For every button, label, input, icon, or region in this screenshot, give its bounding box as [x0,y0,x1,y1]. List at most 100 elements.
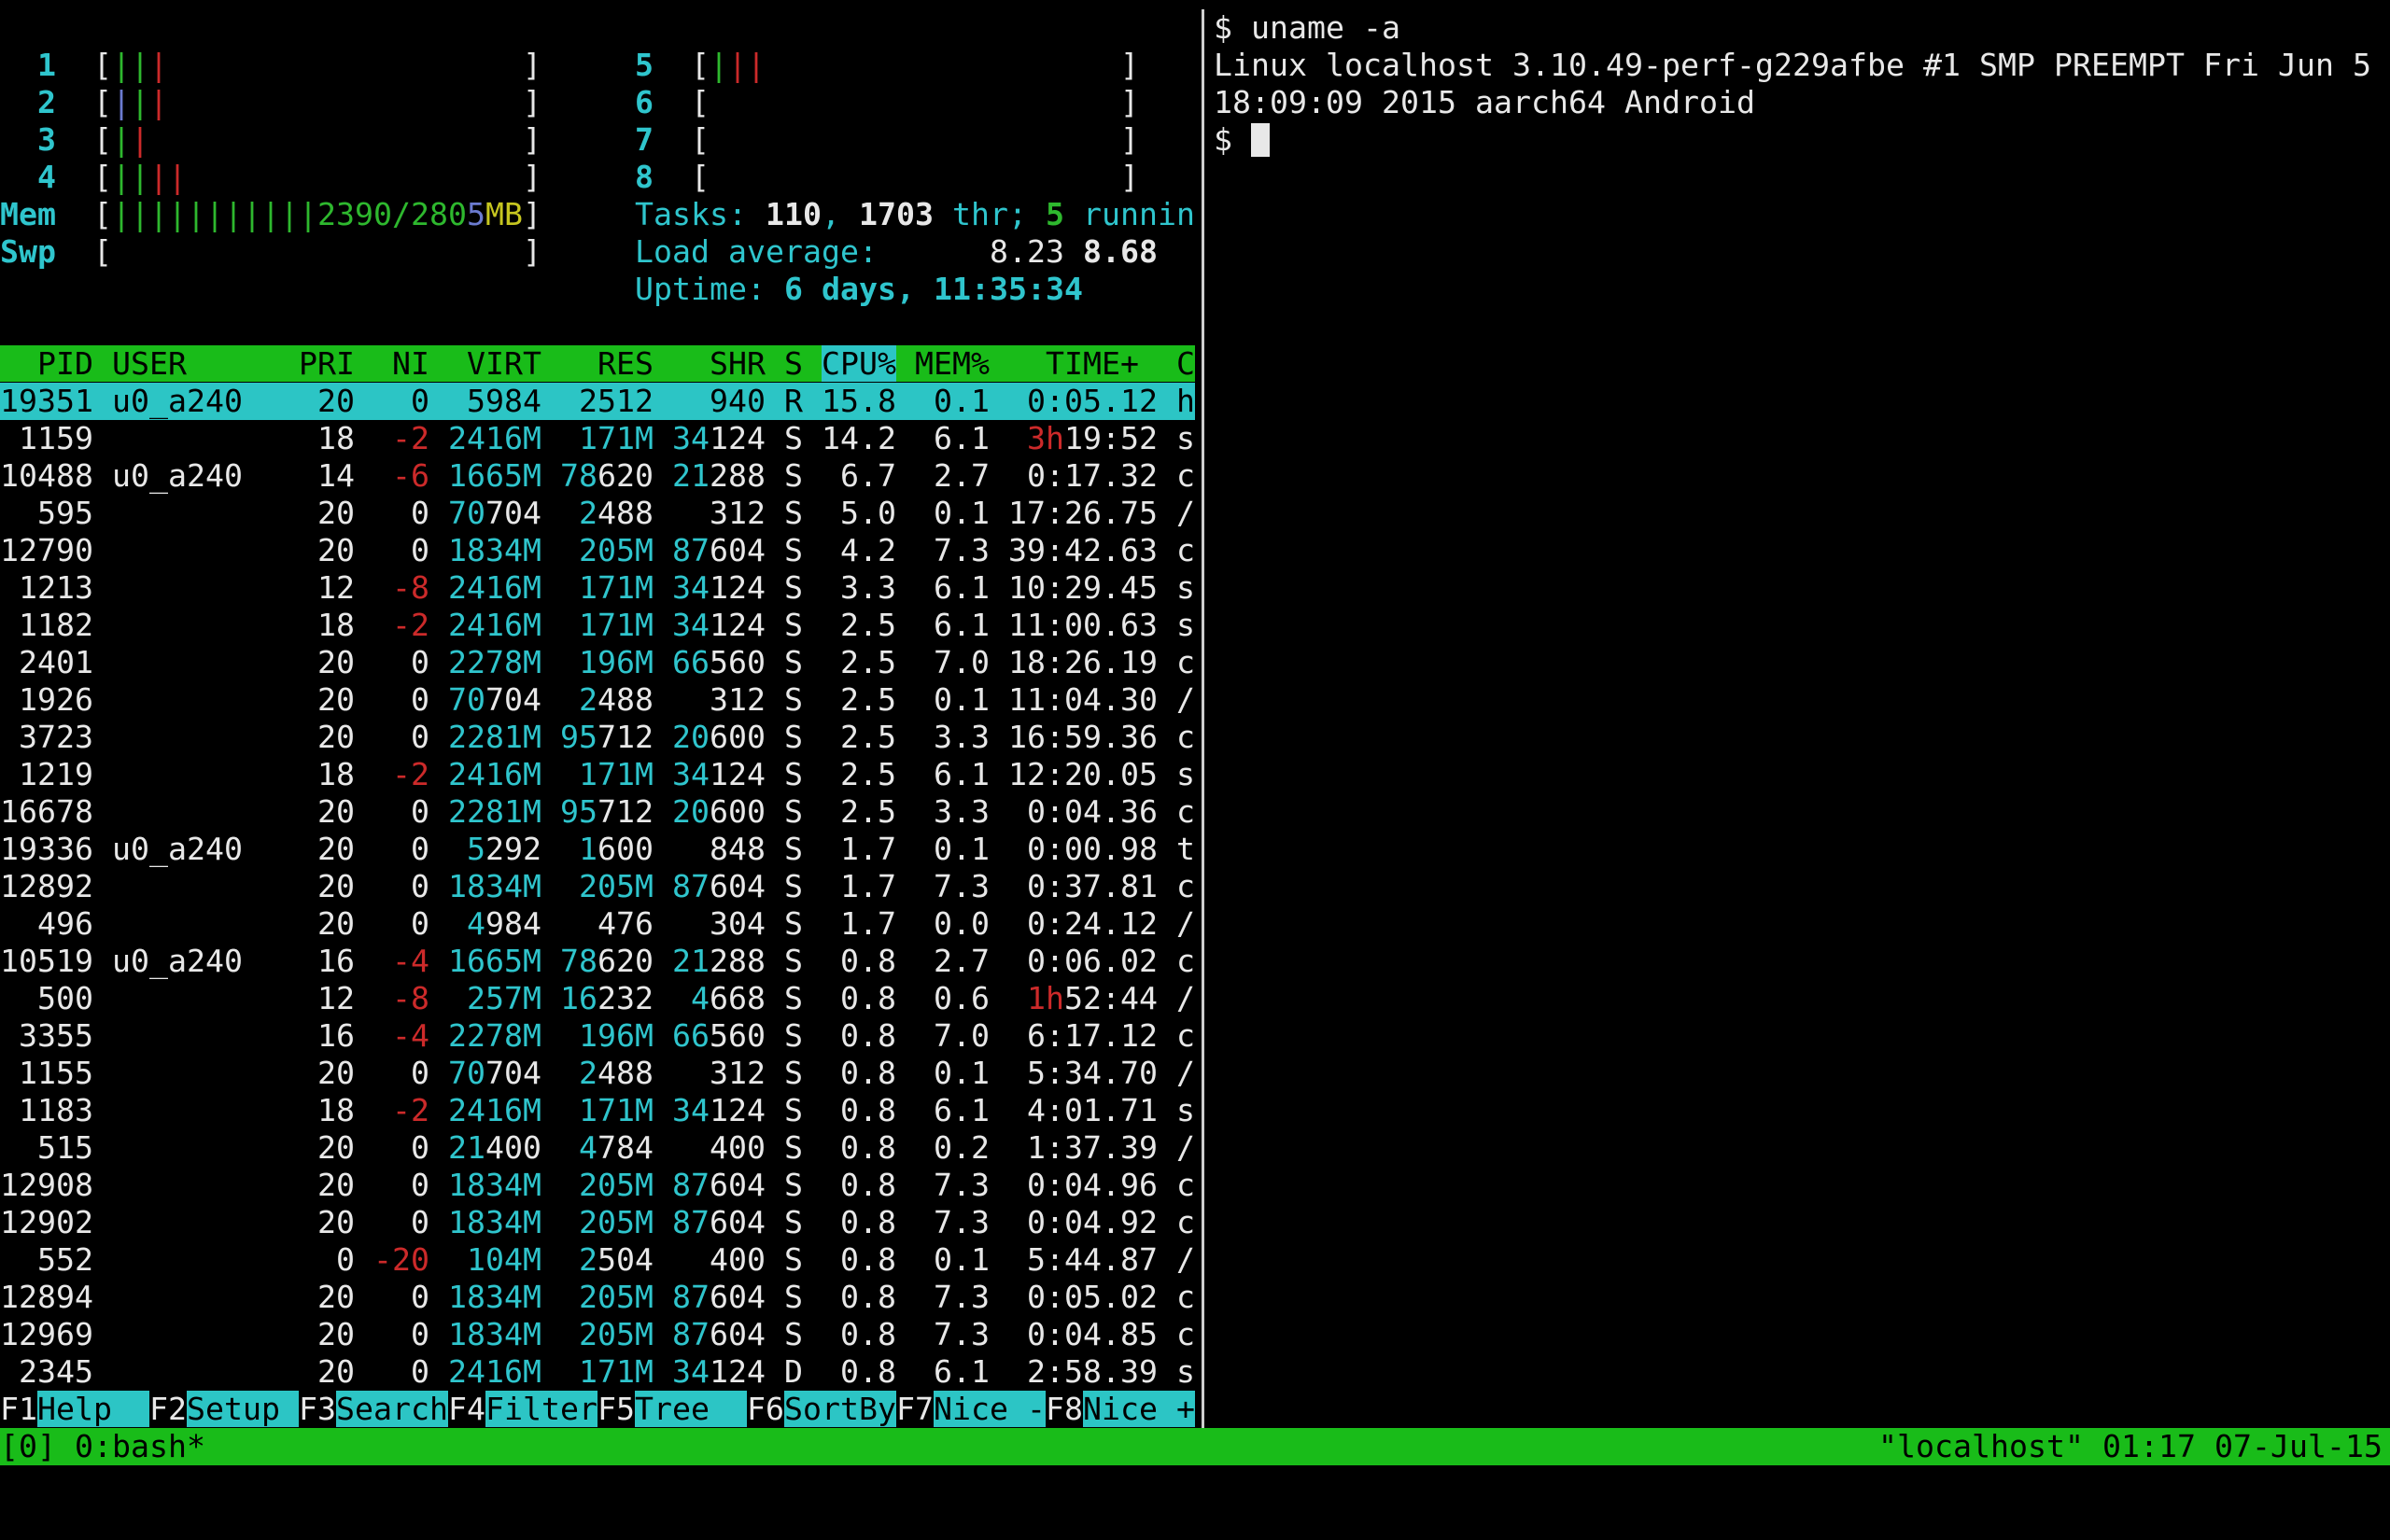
text-run [766,756,784,792]
process-row[interactable]: 3723 20 0 2281M 95712 20600 S 2.5 3.3 16… [0,719,1195,756]
text-run: 2416M [448,1353,541,1390]
process-row[interactable]: 12894 20 0 1834M 205M 87604 S 0.8 7.3 0:… [0,1279,1195,1316]
process-row[interactable]: 1182 18 -2 2416M 171M 34124 S 2.5 6.1 11… [0,607,1195,644]
pid-cell: 1159 [0,420,93,456]
command-cell: c [1176,1017,1195,1054]
text-run [429,457,448,494]
user-cell [112,644,280,680]
text-run: Uptime: [634,271,784,307]
fn-key-f6[interactable]: F6SortBy [747,1391,896,1427]
process-row[interactable]: 1183 18 -2 2416M 171M 34124 S 0.8 6.1 4:… [0,1092,1195,1129]
text-run [990,607,1008,643]
cpu-meter-label: 2 [0,84,56,120]
process-row[interactable]: 12892 20 0 1834M 205M 87604 S 1.7 7.3 0:… [0,868,1195,905]
fn-key-f7[interactable]: F7Nice - [896,1391,1046,1427]
text-run [766,1353,784,1390]
process-row[interactable]: 12790 20 0 1834M 205M 87604 S 4.2 7.3 39… [0,532,1195,569]
mem-cell: 0.1 [915,831,990,867]
state-cell: D [784,1353,803,1390]
text-run [990,457,1008,494]
mem-cell: 0.0 [915,905,990,942]
fn-key-f2[interactable]: F2Setup [149,1391,299,1427]
process-row[interactable]: 1213 12 -8 2416M 171M 34124 S 3.3 6.1 10… [0,569,1195,607]
tmux-window-label[interactable]: [0] 0:bash* [0,1428,205,1465]
process-row[interactable]: 10519 u0_a240 16 -4 1665M 78620 21288 S … [0,943,1195,980]
pri-cell: 20 [299,719,355,755]
process-row[interactable]: 2401 20 0 2278M 196M 66560 S 2.5 7.0 18:… [0,644,1195,681]
cpu-cell: 15.8 [822,383,896,419]
fn-key-label: F6 [747,1391,784,1427]
swp-meter-label: Swp [0,233,56,270]
text-run: 6 days, 11:35:34 [783,271,1083,307]
nice-cell: 0 [373,1055,429,1091]
fn-key-f1[interactable]: F1Help [0,1391,149,1427]
text-run [766,532,784,568]
text-run: 784 [598,1129,654,1166]
process-row[interactable]: 12908 20 0 1834M 205M 87604 S 0.8 7.3 0:… [0,1167,1195,1204]
fn-key-f8[interactable]: F8Nice + [1046,1391,1195,1427]
text-run [803,1017,822,1054]
text-run [598,196,635,232]
fn-key-label: F5 [598,1391,635,1427]
shell-line: 18:09:09 2015 aarch64 Android [1214,84,1755,120]
text-run [654,1167,672,1203]
text-run [541,495,560,531]
pri-cell: 20 [299,681,355,718]
tmux-pane-divider [1202,9,1204,1428]
fn-key-f4[interactable]: F4Filter [448,1391,598,1427]
meter-close-bracket: ] [523,196,598,232]
table-header-text: MEM% TIME+ C [895,345,1195,382]
process-row[interactable]: 496 20 0 4984 476 304 S 1.7 0.0 0:24.12 … [0,905,1195,943]
text-run: 668 [710,980,766,1016]
text-run [990,1129,1008,1166]
process-row[interactable]: 19351 u0_a240 20 0 5984 2512 940 R 15.8 … [0,383,1195,420]
text-run [280,793,299,830]
text-run [766,1167,784,1203]
table-header[interactable]: PID USER PRI NI VIRT RES SHR S CPU% MEM%… [0,345,1195,383]
text-run [896,457,915,494]
text-run [93,719,112,755]
text-run: thr; [934,196,1046,232]
pid-cell: 12892 [0,868,93,904]
text-run: 5:34.70 [1008,1055,1158,1091]
text-run [93,1241,112,1278]
process-row[interactable]: 515 20 0 21400 4784 400 S 0.8 0.2 1:37.3… [0,1129,1195,1167]
text-run [990,1092,1008,1128]
process-row[interactable]: 552 0 -20 104M 2504 400 S 0.8 0.1 5:44.8… [0,1241,1195,1279]
process-row[interactable]: 1155 20 0 70704 2488 312 S 0.8 0.1 5:34.… [0,1055,1195,1092]
process-row[interactable]: 2345 20 0 2416M 171M 34124 D 0.8 6.1 2:5… [0,1353,1195,1391]
process-row[interactable]: 12969 20 0 1834M 205M 87604 S 0.8 7.3 0:… [0,1316,1195,1353]
process-row[interactable]: 16678 20 0 2281M 95712 20600 S 2.5 3.3 0… [0,793,1195,831]
text-run [280,831,299,867]
process-row[interactable]: 19336 u0_a240 20 0 5292 1600 848 S 1.7 0… [0,831,1195,868]
text-run: 124 [710,569,766,606]
text-run [187,159,523,195]
process-row[interactable]: 595 20 0 70704 2488 312 S 5.0 0.1 17:26.… [0,495,1195,532]
process-row[interactable]: 500 12 -8 257M 16232 4668 S 0.8 0.6 1h52… [0,980,1195,1017]
shell-pane[interactable]: $ uname -a Linux localhost 3.10.49-perf-… [1214,9,2390,1428]
fn-key-f5[interactable]: F5Tree [598,1391,747,1427]
text-run [280,980,299,1016]
command-cell: / [1176,1241,1195,1278]
user-cell [112,1241,280,1278]
nice-cell: 0 [373,681,429,718]
text-run: 476 [560,905,654,942]
htop-pane[interactable]: 1 [||| ] 5 [||| ] 2 [||| ] 6 [ ] 3 [|| ]… [0,9,1195,1428]
text-run [654,905,672,942]
process-row[interactable]: 12902 20 0 1834M 205M 87604 S 0.8 7.3 0:… [0,1204,1195,1241]
command-cell: / [1176,681,1195,718]
text-run [355,383,373,419]
process-row[interactable]: 1219 18 -2 2416M 171M 34124 S 2.5 6.1 12… [0,756,1195,793]
pri-cell: 12 [299,569,355,606]
process-row[interactable]: 10488 u0_a240 14 -6 1665M 78620 21288 S … [0,457,1195,495]
fn-key-f3[interactable]: F3Search [299,1391,448,1427]
process-row[interactable]: 3355 16 -4 2278M 196M 66560 S 0.8 7.0 6:… [0,1017,1195,1055]
process-row[interactable]: 1159 18 -2 2416M 171M 34124 S 14.2 6.1 3… [0,420,1195,457]
mem-cell: 0.1 [915,495,990,531]
state-cell: S [784,943,803,979]
text-run [803,1129,822,1166]
text-run: 87 [672,868,710,904]
text-run [766,943,784,979]
process-row[interactable]: 1926 20 0 70704 2488 312 S 2.5 0.1 11:04… [0,681,1195,719]
text-run: 704 [485,681,541,718]
